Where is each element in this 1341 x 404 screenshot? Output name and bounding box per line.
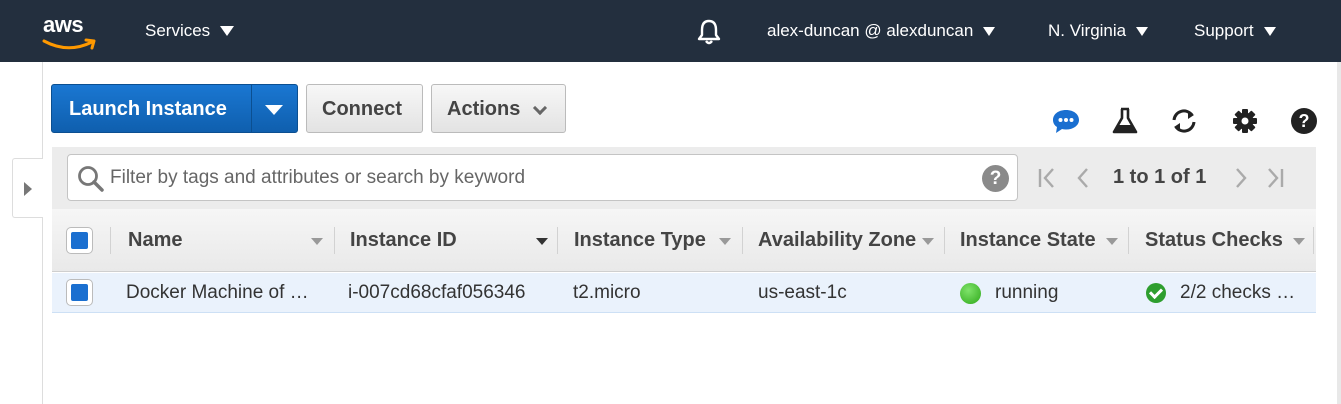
support-label: Support (1194, 21, 1254, 40)
table-header: Name Instance ID Instance Type Availabil… (52, 209, 1316, 272)
column-header-instance-state[interactable]: Instance State (960, 209, 1096, 272)
support-menu[interactable]: Support (1194, 0, 1276, 62)
column-divider[interactable] (742, 227, 743, 254)
cell-status-checks: 2/2 checks … (1146, 273, 1295, 313)
column-header-name[interactable]: Name (128, 209, 182, 272)
sort-icon[interactable] (1293, 238, 1305, 245)
actions-label: Actions (447, 98, 521, 120)
status-checks-label[interactable]: 2/2 checks … (1180, 282, 1295, 304)
column-divider[interactable] (557, 227, 558, 254)
instance-state-label: running (995, 282, 1059, 303)
chevron-down-icon (1136, 26, 1149, 36)
column-divider[interactable] (334, 227, 335, 254)
column-header-availability-zone[interactable]: Availability Zone (758, 209, 916, 272)
actions-button[interactable]: Actions (431, 84, 566, 133)
bell-icon[interactable] (694, 18, 724, 46)
account-label: alex-duncan @ alexduncan (767, 21, 974, 40)
launch-instance-label: Launch Instance (69, 98, 227, 120)
launch-dropdown-icon[interactable] (265, 105, 283, 115)
sort-icon[interactable] (1106, 238, 1118, 245)
column-divider[interactable] (1313, 227, 1314, 254)
services-menu[interactable]: Services (145, 0, 235, 62)
region-label: N. Virginia (1048, 21, 1127, 40)
search-help-icon[interactable]: ? (982, 165, 1009, 192)
cell-name: Docker Machine of … (126, 282, 309, 303)
account-menu[interactable]: alex-duncan @ alexduncan (767, 0, 996, 62)
prev-page-icon[interactable] (1072, 166, 1094, 190)
cell-instance-type: t2.micro (573, 282, 641, 303)
aws-logo[interactable]: aws (40, 12, 100, 52)
column-divider (110, 227, 111, 254)
sort-icon[interactable] (536, 238, 548, 245)
column-divider[interactable] (944, 227, 945, 254)
launch-instance-button[interactable]: Launch Instance (51, 84, 298, 133)
cell-availability-zone: us-east-1c (758, 282, 847, 303)
column-divider[interactable] (1128, 227, 1129, 254)
services-label: Services (145, 21, 211, 40)
check-circle-icon (1146, 283, 1166, 303)
scrollbar[interactable] (1337, 62, 1341, 404)
refresh-icon[interactable] (1169, 106, 1199, 136)
chat-icon[interactable] (1051, 106, 1081, 136)
chevron-right-icon (24, 182, 32, 196)
column-header-status-checks[interactable]: Status Checks (1145, 209, 1283, 272)
help-icon[interactable]: ? (1289, 106, 1319, 136)
cell-instance-state: running (960, 273, 1058, 313)
running-status-icon (960, 282, 981, 304)
search-box[interactable]: ? (67, 154, 1018, 201)
checkbox-fill (71, 232, 88, 249)
gear-icon[interactable] (1230, 106, 1260, 136)
table-row[interactable]: Docker Machine of … i-007cd68cfaf056346 … (52, 273, 1316, 313)
sort-icon[interactable] (311, 238, 323, 245)
connect-label: Connect (322, 98, 402, 120)
last-page-icon[interactable] (1264, 166, 1286, 190)
first-page-icon[interactable] (1036, 166, 1058, 190)
row-checkbox[interactable] (66, 279, 93, 306)
aws-smile-icon (42, 38, 96, 50)
svg-text:?: ? (1299, 111, 1310, 131)
column-header-instance-type[interactable]: Instance Type (574, 209, 706, 272)
sort-icon[interactable] (922, 238, 934, 245)
next-page-icon[interactable] (1230, 166, 1252, 190)
chevron-down-icon (1263, 26, 1276, 36)
chevron-down-icon (983, 26, 996, 36)
search-input[interactable] (110, 164, 970, 192)
select-all-checkbox[interactable] (66, 227, 93, 254)
top-nav: aws Services alex-duncan @ alexduncan N.… (0, 0, 1341, 62)
pagination-text: 1 to 1 of 1 (1113, 166, 1207, 188)
left-panel-border (42, 62, 43, 404)
chevron-down-icon (220, 26, 235, 36)
column-header-instance-id[interactable]: Instance ID (350, 209, 457, 272)
checkbox-fill (71, 284, 88, 301)
button-divider (251, 85, 252, 132)
side-panel-toggle[interactable] (12, 158, 43, 218)
connect-button[interactable]: Connect (306, 84, 423, 133)
chevron-down-icon (532, 100, 548, 116)
flask-icon[interactable] (1110, 106, 1140, 136)
cell-instance-id: i-007cd68cfaf056346 (348, 282, 526, 303)
aws-logo-text: aws (43, 12, 84, 37)
search-icon (78, 166, 104, 192)
sort-icon[interactable] (719, 238, 731, 245)
region-menu[interactable]: N. Virginia (1048, 0, 1149, 62)
